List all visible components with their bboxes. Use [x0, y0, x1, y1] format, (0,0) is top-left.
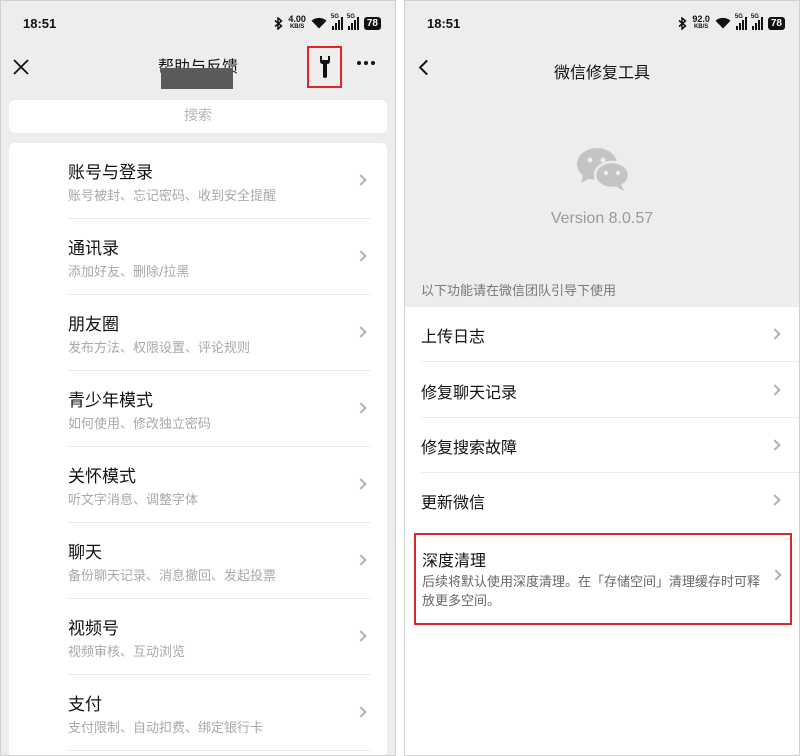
help-item-subtitle: 添加好友、删除/拉黑: [68, 265, 190, 280]
wifi-icon: [311, 17, 327, 29]
guide-note: 以下功能请在微信团队引导下使用: [421, 284, 617, 299]
battery-icon: 78: [363, 16, 381, 30]
help-item-teen-mode[interactable]: 青少年模式 如何使用、修改独立密码: [9, 371, 387, 447]
help-item-subtitle: 听文字消息、调整字体: [68, 493, 199, 508]
help-item-title: 视频号: [68, 619, 119, 639]
help-item-channels[interactable]: 视频号 视频审核、互动浏览: [9, 599, 387, 675]
status-bar: 18:51 4.00 KB/S 5G 5G 78: [1, 1, 395, 45]
repair-tool-screen: 18:51 92.0 KB/S 5G 5G 78 微信修复工具 Version …: [404, 0, 800, 756]
help-feedback-screen: 18:51 4.00 KB/S 5G 5G 78 帮助与反馈 搜索 账号与登录 …: [0, 0, 396, 756]
signal-icon: 5G: [751, 14, 763, 30]
battery-icon: 78: [767, 16, 785, 30]
help-item-title: 青少年模式: [68, 391, 153, 411]
wechat-logo-icon: [575, 147, 631, 193]
help-item-payment[interactable]: 支付 支付限制、自动扣费、绑定银行卡: [9, 675, 387, 751]
signal-icon: 5G: [347, 14, 359, 30]
chevron-right-icon: [355, 250, 367, 262]
help-item-title: 朋友圈: [68, 315, 119, 335]
redacted-block: [161, 68, 233, 89]
tool-label: 更新微信: [421, 493, 486, 512]
deep-clean-title: 深度清理: [422, 551, 487, 570]
signal-icon: 5G: [331, 14, 343, 30]
chevron-right-icon: [769, 384, 781, 396]
tool-repair-search[interactable]: 修复搜索故障: [405, 418, 799, 473]
help-item-subtitle: 账号被封、忘记密码、收到安全提醒: [68, 189, 277, 204]
help-item-subtitle: 视频审核、互动浏览: [68, 645, 186, 660]
status-time: 18:51: [23, 15, 57, 31]
help-item-title: 关怀模式: [68, 467, 136, 487]
help-topic-list: 账号与登录 账号被封、忘记密码、收到安全提醒 通讯录 添加好友、删除/拉黑 朋友…: [9, 143, 387, 755]
tool-update-wechat[interactable]: 更新微信: [405, 473, 799, 528]
bluetooth-icon: [274, 16, 284, 30]
help-item-chat[interactable]: 聊天 备份聊天记录、消息撤回、发起投票: [9, 523, 387, 599]
help-item-contacts[interactable]: 通讯录 添加好友、删除/拉黑: [9, 219, 387, 295]
help-item-account[interactable]: 账号与登录 账号被封、忘记密码、收到安全提醒: [9, 143, 387, 219]
tool-deep-clean[interactable]: 深度清理 后续将默认使用深度清理。在「存储空间」清理缓存时可释放更多空间。: [414, 533, 792, 625]
tool-label: 上传日志: [421, 327, 486, 346]
chevron-right-icon: [770, 569, 782, 581]
chevron-right-icon: [355, 630, 367, 642]
wrench-icon: [319, 56, 330, 78]
chevron-right-icon: [769, 328, 781, 340]
help-item-title: 支付: [68, 695, 102, 715]
tool-upload-log[interactable]: 上传日志: [405, 307, 799, 362]
chevron-right-icon: [355, 326, 367, 338]
tool-label: 修复聊天记录: [421, 383, 518, 402]
status-bar: 18:51 92.0 KB/S 5G 5G 78: [405, 1, 799, 45]
help-item-title: 通讯录: [68, 239, 119, 259]
search-input[interactable]: 搜索: [9, 100, 387, 133]
help-item-subtitle: 如何使用、修改独立密码: [68, 417, 212, 432]
help-item-subtitle: 发布方法、权限设置、评论规则: [68, 341, 251, 356]
navbar: 帮助与反馈: [1, 45, 395, 93]
status-time: 18:51: [427, 15, 461, 31]
chevron-right-icon: [355, 706, 367, 718]
network-speed: 92.0 KB/S: [692, 14, 710, 31]
version-label: Version 8.0.57: [550, 210, 654, 227]
chevron-right-icon: [769, 439, 781, 451]
chevron-right-icon: [355, 402, 367, 414]
chevron-right-icon: [355, 174, 367, 186]
wifi-icon: [715, 17, 731, 29]
signal-icon: 5G: [735, 14, 747, 30]
deep-clean-description: 后续将默认使用深度清理。在「存储空间」清理缓存时可释放更多空间。: [422, 575, 761, 609]
more-icon[interactable]: [357, 61, 375, 65]
repair-tool-list: 上传日志 修复聊天记录 修复搜索故障 更新微信 深度清理 后续将默认使用深度清理…: [405, 307, 799, 755]
help-item-subtitle: 备份聊天记录、消息撤回、发起投票: [68, 569, 277, 584]
help-item-moments[interactable]: 朋友圈 发布方法、权限设置、评论规则: [9, 295, 387, 371]
page-title: 微信修复工具: [553, 63, 650, 82]
help-item-title: 聊天: [68, 543, 102, 563]
help-item-care-mode[interactable]: 关怀模式 听文字消息、调整字体: [9, 447, 387, 523]
tool-label: 修复搜索故障: [421, 438, 518, 457]
tool-repair-chat-history[interactable]: 修复聊天记录: [405, 363, 799, 418]
chevron-right-icon: [355, 478, 367, 490]
help-item-title: 账号与登录: [68, 163, 153, 183]
repair-tool-button[interactable]: [307, 46, 342, 88]
network-speed: 4.00 KB/S: [288, 14, 306, 31]
help-item-subtitle: 支付限制、自动扣费、绑定银行卡: [68, 721, 264, 736]
bluetooth-icon: [678, 16, 688, 30]
chevron-right-icon: [769, 494, 781, 506]
chevron-right-icon: [355, 554, 367, 566]
